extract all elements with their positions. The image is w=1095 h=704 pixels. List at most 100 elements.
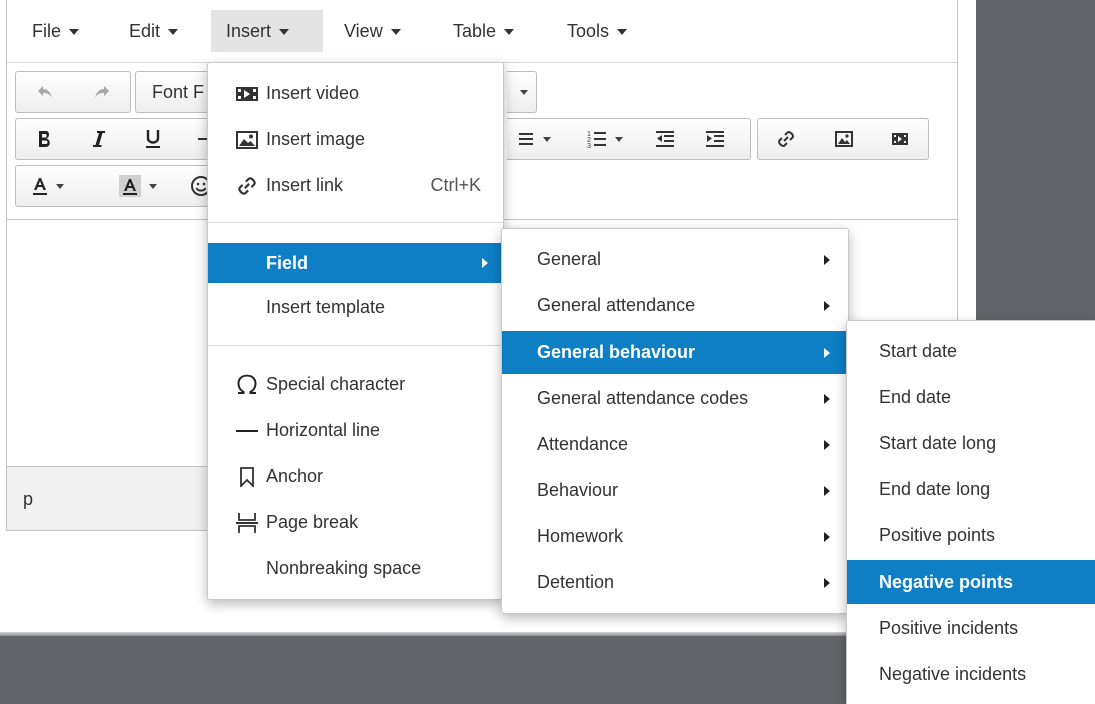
caret-down-icon [520,89,528,95]
menu-tools-label: Tools [567,21,610,41]
start-date-item[interactable]: Start date [847,333,1095,370]
field-item[interactable]: Field [208,243,503,283]
insert-link-shortcut: Ctrl+K [430,175,481,195]
menu-table[interactable]: Table [438,10,529,52]
redo-icon [94,86,109,98]
undo-button[interactable] [16,72,73,112]
format-group [15,118,215,160]
indent-button[interactable] [693,119,737,159]
end-date-item[interactable]: End date [847,379,1095,416]
menu-tools[interactable]: Tools [552,10,642,52]
caret-down-icon [149,183,157,189]
start-date-long-item[interactable]: Start date long [847,425,1095,462]
negative-points-item[interactable]: Negative points [847,560,1095,604]
anchor-item[interactable]: Anchor [208,458,503,495]
menu-insert[interactable]: Insert [211,10,323,52]
submenu-arrow-icon [482,258,488,268]
field-general-behaviour-label: General behaviour [537,342,696,362]
menu-view-label: View [344,21,383,41]
submenu-arrow-icon [824,532,830,542]
field-general-label: General [537,249,602,269]
field-behaviour-item[interactable]: Behaviour [502,472,848,509]
page-break-icon [230,504,264,541]
negative-points-label: Negative points [879,572,1014,592]
bullet-list-button[interactable] [507,119,561,159]
insert-menu: Insert video Insert image Insert link Ct… [207,62,504,600]
image-button[interactable] [816,119,872,159]
caret-down-icon [617,29,628,36]
horizontal-line-item[interactable]: Horizontal line [208,412,503,449]
menu-edit[interactable]: Edit [114,10,193,52]
link-button[interactable] [758,119,814,159]
bold-icon [39,131,50,147]
menu-table-label: Table [453,21,497,41]
menu-separator [208,345,503,346]
caret-down-icon [279,29,290,36]
underline-button[interactable] [138,119,168,159]
numbered-list-button[interactable]: 123 [575,119,635,159]
caret-down-icon [504,29,515,36]
negative-incidents-item[interactable]: Negative incidents [847,656,1095,693]
menu-file[interactable]: File [17,10,94,52]
image-icon [835,131,853,147]
end-date-long-label: End date long [879,479,991,499]
outdent-button[interactable] [643,119,687,159]
text-color-icon [33,178,47,195]
insert-video-item[interactable]: Insert video [208,75,503,112]
insert-link-item[interactable]: Insert link Ctrl+K [208,167,503,204]
link-icon [230,167,264,204]
end-date-label: End date [879,387,952,407]
insert-template-item[interactable]: Insert template [208,289,503,326]
special-character-item[interactable]: Special character [208,366,503,403]
nonbreaking-space-item[interactable]: Nonbreaking space [208,550,503,587]
video-button[interactable] [872,119,928,159]
font-select-dropdown[interactable] [507,71,537,113]
svg-text:3: 3 [587,143,591,149]
end-date-long-item[interactable]: End date long [847,471,1095,508]
caret-down-icon [390,29,401,36]
outdent-icon [656,131,674,147]
insert-link-label: Insert link [266,175,344,195]
positive-incidents-item[interactable]: Positive incidents [847,610,1095,647]
numbered-list-icon: 123 [587,131,606,149]
positive-points-label: Positive points [879,525,996,545]
field-general-attendance-item[interactable]: General attendance [502,287,848,324]
submenu-arrow-icon [824,255,830,265]
bookmark-icon [230,458,264,495]
italic-button[interactable] [84,119,114,159]
menubar: File Edit Insert View Table Tools [7,0,957,62]
insert-video-label: Insert video [266,83,360,103]
page-break-item[interactable]: Page break [208,504,503,541]
insert-image-label: Insert image [266,129,366,149]
negative-incidents-label: Negative incidents [879,664,1027,684]
caret-down-icon [615,136,623,142]
text-color-button[interactable] [22,166,74,206]
underline-icon [146,130,160,148]
field-general-behaviour-item[interactable]: General behaviour [502,331,848,374]
menu-insert-label: Insert [226,21,272,41]
positive-points-item[interactable]: Positive points [847,517,1095,554]
insert-media-group [757,118,929,160]
link-icon [778,131,794,147]
omega-icon [230,366,264,403]
redo-button[interactable] [73,72,130,112]
video-icon [230,75,264,112]
bold-button[interactable] [30,119,60,159]
caret-down-icon [69,29,80,36]
video-icon [892,133,908,145]
element-path[interactable]: p [23,489,33,510]
horizontal-line-label: Horizontal line [266,420,381,440]
background-color-button[interactable] [108,166,168,206]
insert-image-item[interactable]: Insert image [208,121,503,158]
font-family-select[interactable]: Font F [135,71,215,113]
field-general-item[interactable]: General [502,241,848,278]
field-detention-item[interactable]: Detention [502,564,848,601]
caret-down-icon [56,183,64,189]
field-attendance-item[interactable]: Attendance [502,426,848,463]
background-color-icon [119,175,141,197]
field-general-attendance-codes-item[interactable]: General attendance codes [502,380,848,417]
menu-view[interactable]: View [329,10,416,52]
field-homework-item[interactable]: Homework [502,518,848,555]
menu-edit-label: Edit [129,21,161,41]
general-behaviour-submenu: Start date End date Start date long End … [846,320,1095,704]
